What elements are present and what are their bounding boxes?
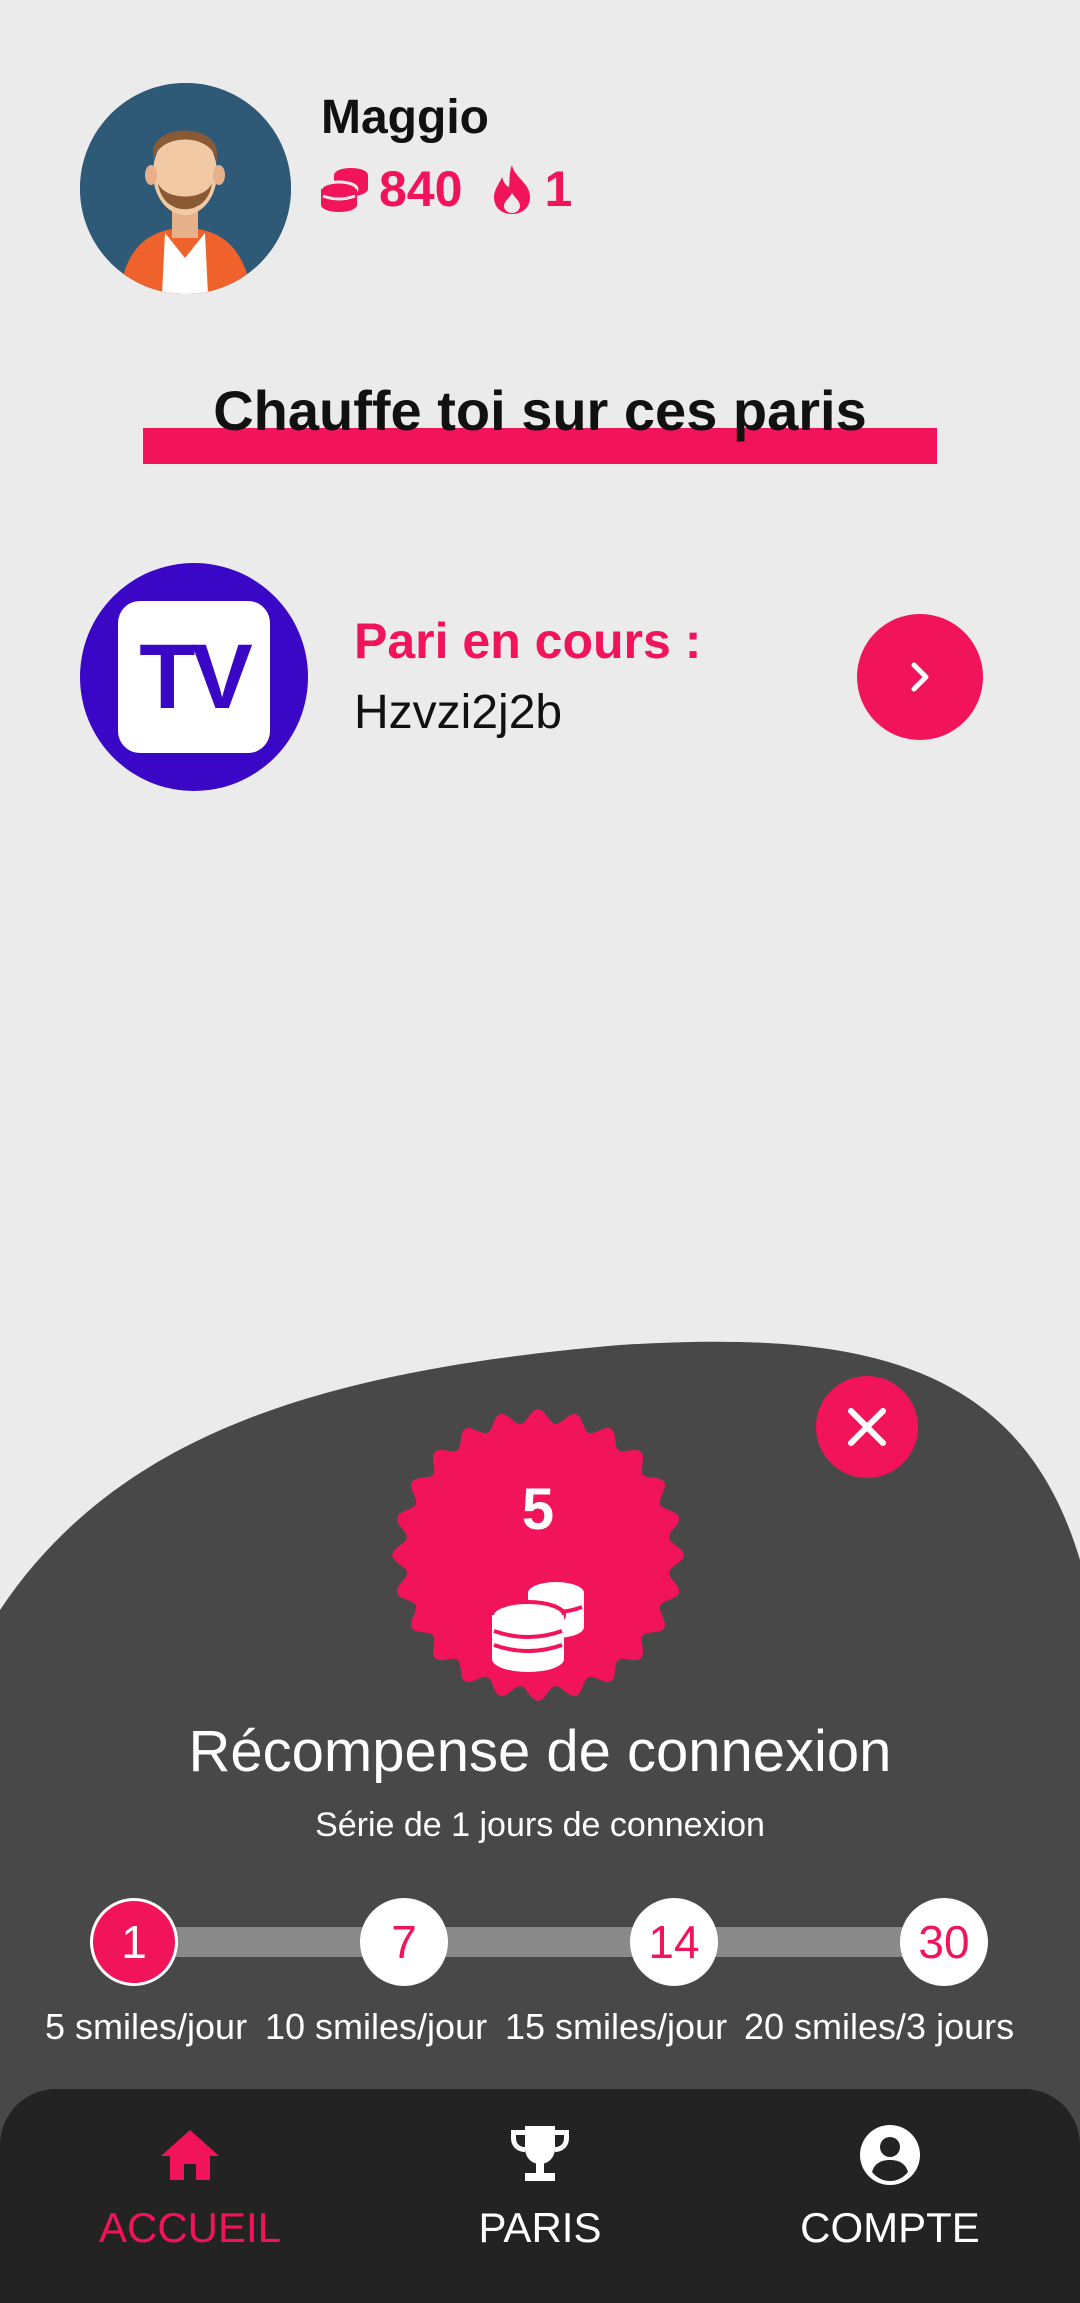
nav-item-paris[interactable]: PARIS [390, 2120, 690, 2252]
milestone-day-7: 7 [360, 1898, 448, 1986]
streak-text: Série de 1 jours de connexion [315, 1806, 765, 1844]
reward-amount: 5 [521, 1477, 555, 1542]
close-icon [848, 1408, 886, 1446]
milestone-day-14: 14 [630, 1898, 718, 1986]
home-icon [161, 2130, 219, 2180]
nav-label: COMPTE [800, 2204, 980, 2251]
nav-label: ACCUEIL [98, 2204, 282, 2251]
trophy-icon [511, 2126, 569, 2181]
milestone-day-30: 30 [900, 1898, 988, 1986]
nav-label: PARIS [478, 2204, 602, 2251]
milestone-reward-label: 20 smiles/3 jours [744, 2006, 1015, 2047]
reward-badge [392, 1409, 684, 1701]
nav-item-accueil[interactable]: ACCUEIL [40, 2120, 340, 2252]
reward-title: Récompense de connexion [188, 1719, 892, 1784]
milestone-day-1: 1 [90, 1898, 178, 1986]
milestone-reward-label: 5 smiles/jour [45, 2006, 248, 2047]
close-button[interactable] [816, 1376, 918, 1478]
account-icon [860, 2125, 920, 2185]
nav-item-compte[interactable]: COMPTE [740, 2120, 1040, 2252]
milestone-reward-label: 15 smiles/jour [505, 2006, 728, 2047]
streak-progress-track [134, 1927, 944, 1957]
milestone-reward-label: 10 smiles/jour [265, 2006, 488, 2047]
